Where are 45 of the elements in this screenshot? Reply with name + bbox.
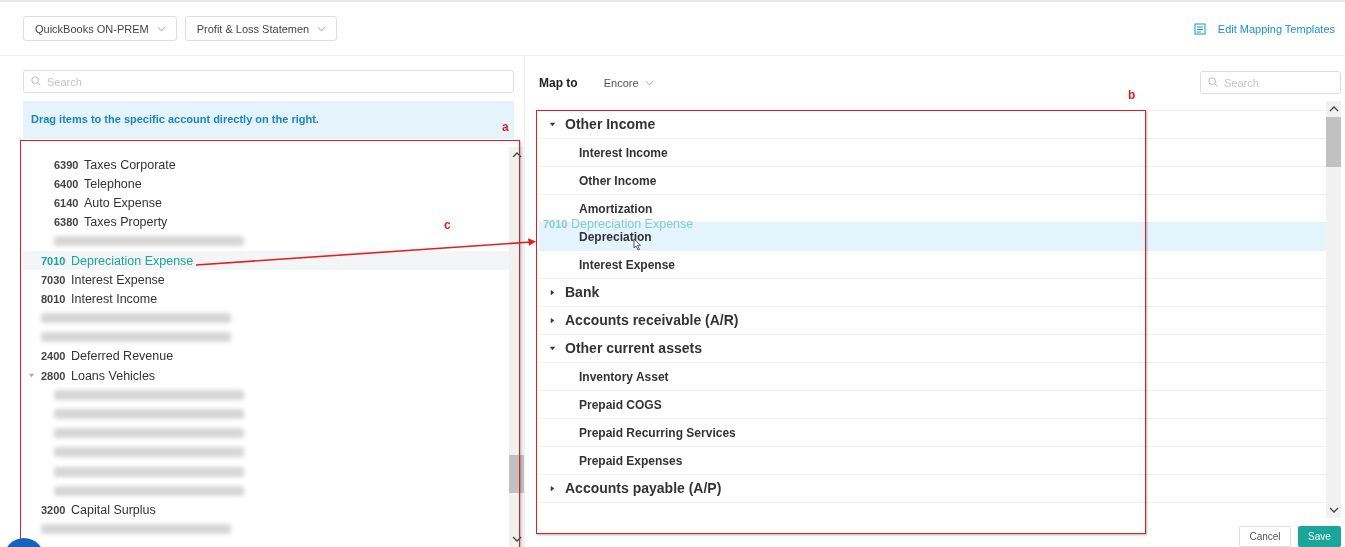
- edit-mapping-templates-link[interactable]: Edit Mapping Templates: [1217, 22, 1335, 35]
- account-row[interactable]: Interest Expense: [539, 250, 1326, 279]
- account-row[interactable]: Prepaid Expenses: [539, 446, 1326, 475]
- scroll-up-icon[interactable]: [1328, 105, 1339, 112]
- account-row[interactable]: Other Income: [539, 166, 1326, 195]
- chevron-down-icon: [156, 25, 166, 32]
- account-row[interactable]: Inventory Asset: [539, 362, 1326, 391]
- cancel-button[interactable]: Cancel: [1239, 526, 1291, 547]
- target-dropdown[interactable]: Encore: [603, 76, 654, 89]
- account-row[interactable]: 6400 Telephone: [23, 174, 142, 194]
- account-row[interactable]: 2800 Loans Vehicles: [23, 366, 156, 386]
- account-group-row[interactable]: Accounts payable (A/P): [539, 474, 1326, 503]
- account-row[interactable]: Prepaid COGS: [539, 390, 1326, 419]
- scrollbar-thumb[interactable]: [1326, 116, 1341, 167]
- account-row[interactable]: Prepaid Recurring Services: [539, 418, 1326, 447]
- account-row[interactable]: 2400 Deferred Revenue: [23, 346, 174, 367]
- account-row[interactable]: 7030 Interest Expense: [23, 270, 165, 290]
- account-group-row[interactable]: Accounts receivable (A/R): [539, 306, 1326, 335]
- hint-text: Drag items to the specific account directly on the right.: [31, 113, 319, 125]
- account-row[interactable]: 6380 Taxes Property: [23, 212, 168, 232]
- search-icon: [31, 76, 41, 86]
- report-dropdown[interactable]: Profit & Loss Statemen: [184, 16, 338, 41]
- search-field[interactable]: Search: [1200, 71, 1341, 95]
- account-row[interactable]: Interest Income: [539, 138, 1326, 167]
- account-row[interactable]: 8010 Interest Income: [23, 289, 158, 309]
- search-icon: [1208, 77, 1218, 88]
- chevron-down-icon: [644, 79, 654, 86]
- account-group-row[interactable]: Other Income: [539, 110, 1326, 139]
- account-group-row[interactable]: Other current assets: [539, 334, 1326, 363]
- scroll-down-icon[interactable]: [1328, 507, 1339, 513]
- map-to-label: Map to: [539, 75, 578, 90]
- annotation-label: b: [1128, 88, 1136, 102]
- account-row[interactable]: 6390 Taxes Corporate: [23, 155, 176, 175]
- account-row[interactable]: 6140 Auto Expense: [23, 193, 162, 213]
- scrollbar[interactable]: [1326, 100, 1341, 518]
- source-dropdown[interactable]: QuickBooks ON-PREM: [23, 16, 177, 41]
- account-group-row[interactable]: Bank: [539, 278, 1326, 307]
- account-row[interactable]: 3200 Capital Surplus: [23, 500, 156, 520]
- chevron-down-icon: [317, 25, 327, 32]
- search-field[interactable]: Search: [23, 70, 514, 93]
- scroll-up-icon[interactable]: [511, 152, 522, 158]
- annotation-label: c: [444, 218, 451, 232]
- template-icon: [1193, 22, 1206, 35]
- annotation-label: a: [502, 120, 509, 134]
- scroll-down-icon[interactable]: [511, 536, 522, 542]
